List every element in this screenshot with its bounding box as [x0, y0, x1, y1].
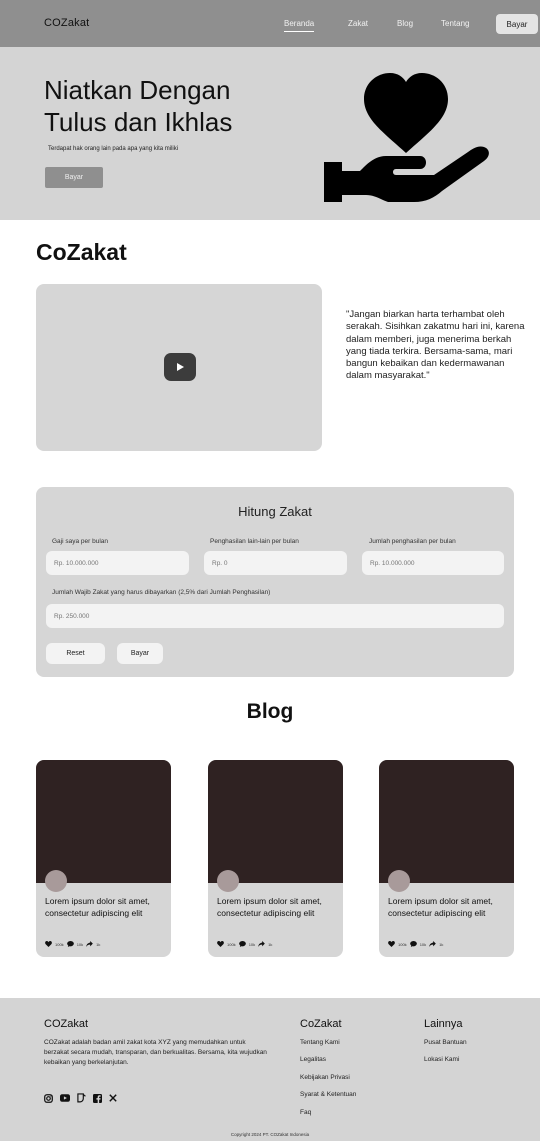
other-income-label: Penghasilan lain-lain per bulan: [210, 538, 299, 545]
footer-column-title-lainnya: Lainnya: [424, 1018, 463, 1030]
heart-icon[interactable]: [45, 941, 52, 947]
other-income-input[interactable]: [204, 551, 347, 575]
instagram-icon[interactable]: [44, 1093, 53, 1103]
hero-subtitle: Terdapat hak orang lain pada apa yang ki…: [48, 146, 179, 152]
nav-link-tentang[interactable]: Tentang: [441, 19, 469, 28]
blog-card-stats: 100k 10k 1k: [217, 941, 272, 947]
reset-button[interactable]: Reset: [46, 643, 105, 664]
brand-logo[interactable]: COZakat: [44, 17, 89, 29]
blog-card-text: Lorem ipsum dolor sit amet, consectetur …: [45, 896, 150, 918]
facebook-icon[interactable]: [93, 1093, 102, 1103]
calculator-title: Hitung Zakat: [238, 504, 312, 519]
blog-card-text: Lorem ipsum dolor sit amet, consectetur …: [217, 896, 322, 918]
calculator-bayar-button[interactable]: Bayar: [117, 643, 163, 664]
total-income-input[interactable]: [362, 551, 504, 575]
hero-title: Niatkan Dengan Tulus dan Ikhlas: [44, 75, 233, 137]
heart-icon[interactable]: [217, 941, 224, 947]
shares-count: 1k: [268, 941, 273, 947]
navbar: COZakat Beranda Zakat Blog Tentang Bayar: [0, 0, 540, 47]
blog-card-stats: 100k 10k 1k: [45, 941, 100, 947]
heart-icon[interactable]: [388, 941, 395, 947]
nav-link-blog[interactable]: Blog: [397, 19, 413, 28]
footer-link-faq[interactable]: Faq: [300, 1109, 311, 1116]
zakat-amount-label: Jumlah Wajib Zakat yang harus dibayarkan…: [52, 589, 271, 596]
footer-link-tentang-kami[interactable]: Tentang Kami: [300, 1039, 340, 1046]
footer-link-kebijakan-privasi[interactable]: Kebijakan Privasi: [300, 1074, 350, 1081]
zakat-calculator: Hitung Zakat Gaji saya per bulan Penghas…: [36, 487, 514, 677]
section-title-cozakat: CoZakat: [36, 239, 127, 265]
avatar: [388, 870, 410, 892]
comments-count: 10k: [76, 941, 84, 947]
comments-count: 10k: [248, 941, 256, 947]
blog-card-image: [208, 760, 343, 883]
comments-count: 10k: [419, 941, 427, 947]
play-icon[interactable]: [164, 353, 196, 381]
footer-description: COZakat adalah badan amil zakat kota XYZ…: [44, 1039, 267, 1066]
share-icon[interactable]: [429, 941, 436, 947]
comment-icon[interactable]: [66, 941, 74, 947]
footer-brand[interactable]: COZakat: [44, 1018, 88, 1030]
footer-link-legalitas[interactable]: Legalitas: [300, 1056, 326, 1063]
footer-link-lokasi-kami[interactable]: Lokasi Kami: [424, 1056, 459, 1063]
footer-link-pusat-bantuan[interactable]: Pusat Bantuan: [424, 1039, 467, 1046]
social-links: [44, 1093, 117, 1103]
copyright-text: Copyright 2024 PT. COZakat Indonesia: [230, 1132, 310, 1137]
blog-card[interactable]: Lorem ipsum dolor sit amet, consectetur …: [208, 760, 343, 957]
avatar: [45, 870, 67, 892]
x-icon[interactable]: [109, 1094, 117, 1102]
heart-in-hand-icon: [324, 73, 489, 202]
total-income-label: Jumlah penghasilan per bulan: [369, 538, 456, 545]
hero-bayar-button[interactable]: Bayar: [45, 167, 103, 188]
blog-card[interactable]: Lorem ipsum dolor sit amet, consectetur …: [379, 760, 514, 957]
comment-icon[interactable]: [409, 941, 417, 947]
blog-card-image: [36, 760, 171, 883]
blog-card-stats: 100k 10k 1k: [388, 941, 443, 947]
nav-link-zakat[interactable]: Zakat: [348, 19, 368, 28]
likes-count: 100k: [55, 941, 64, 947]
nav-link-beranda[interactable]: Beranda: [284, 19, 315, 32]
salary-input[interactable]: [46, 551, 189, 575]
blog-card[interactable]: Lorem ipsum dolor sit amet, consectetur …: [36, 760, 171, 957]
footer: COZakat COZakat adalah badan amil zakat …: [0, 998, 540, 1141]
footer-link-syarat-ketentuan[interactable]: Syarat & Ketentuan: [300, 1091, 356, 1098]
blog-card-text: Lorem ipsum dolor sit amet, consectetur …: [388, 896, 493, 918]
likes-count: 100k: [398, 941, 407, 947]
comment-icon[interactable]: [238, 941, 246, 947]
nav-bayar-button[interactable]: Bayar: [496, 14, 538, 34]
quote-text: "Jangan biarkan harta terhambat oleh ser…: [346, 309, 525, 382]
blog-card-image: [379, 760, 514, 883]
share-icon[interactable]: [86, 941, 93, 947]
video-player[interactable]: [36, 284, 322, 451]
shares-count: 1k: [439, 941, 444, 947]
salary-label: Gaji saya per bulan: [52, 538, 109, 545]
hero-section: Niatkan Dengan Tulus dan Ikhlas Terdapat…: [0, 47, 540, 220]
avatar: [217, 870, 239, 892]
share-icon[interactable]: [258, 941, 265, 947]
likes-count: 100k: [227, 941, 236, 947]
shares-count: 1k: [96, 941, 101, 947]
footer-column-title-cozakat: CoZakat: [300, 1018, 342, 1030]
tiktok-icon[interactable]: [77, 1093, 86, 1103]
youtube-icon[interactable]: [60, 1094, 70, 1102]
zakat-amount-input[interactable]: [46, 604, 504, 628]
section-title-blog: Blog: [246, 700, 294, 723]
